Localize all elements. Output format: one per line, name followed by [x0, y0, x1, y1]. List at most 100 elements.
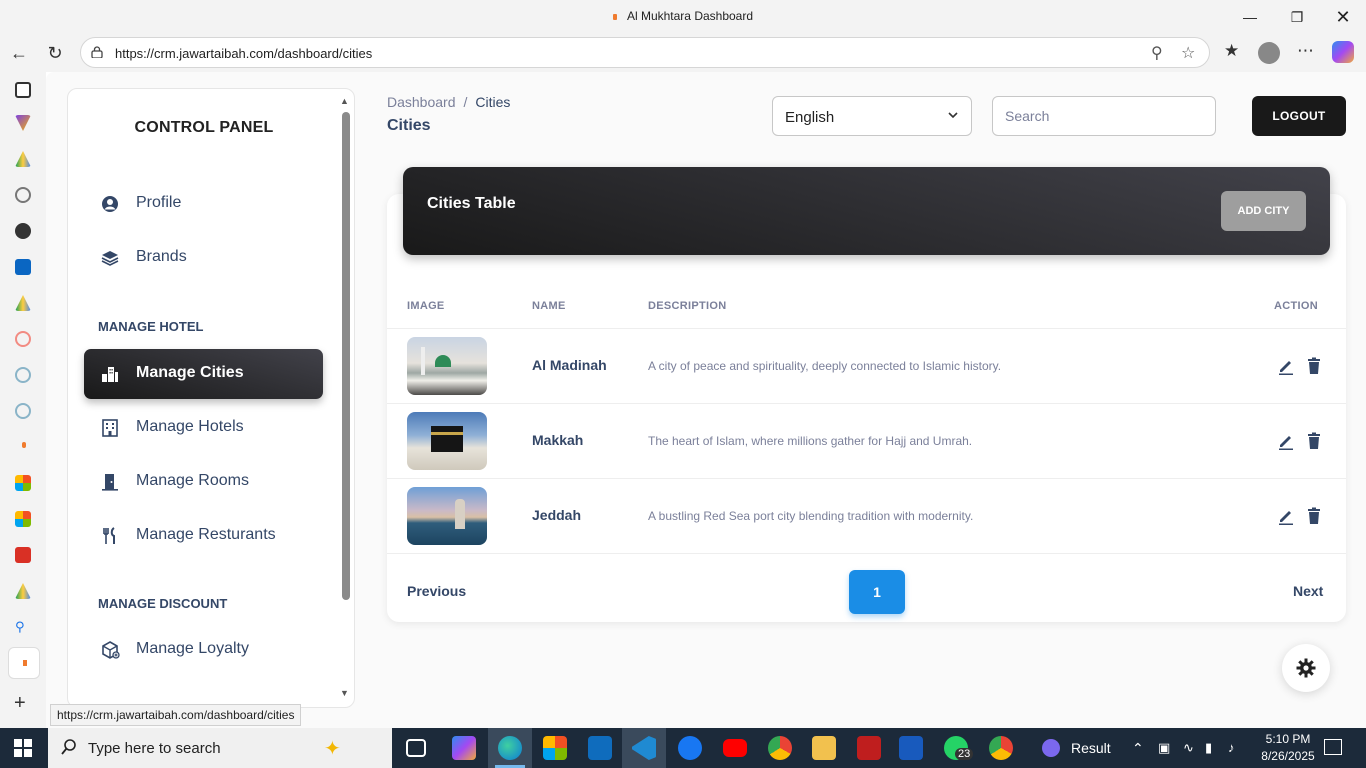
sparkle-icon: ✦: [324, 738, 341, 760]
office-tab-icon-2[interactable]: [15, 511, 31, 527]
language-select[interactable]: English: [772, 96, 972, 136]
sidebar-item-manage-rooms[interactable]: Manage Rooms: [84, 457, 323, 507]
drive-tab-icon-2[interactable]: [15, 295, 31, 311]
back-arrow-icon[interactable]: ←: [6, 40, 32, 66]
github-tab-icon[interactable]: [15, 223, 31, 239]
close-window-icon[interactable]: ✕: [1329, 6, 1357, 28]
taskbar-clock[interactable]: 5:10 PM 8/26/2025: [1256, 731, 1320, 765]
notifications-icon[interactable]: [1324, 739, 1342, 755]
breadcrumb-current: Cities: [475, 94, 511, 110]
office-tab-icon[interactable]: [15, 475, 31, 491]
vue-tab-icon[interactable]: [15, 115, 31, 131]
filezilla-taskbar-icon[interactable]: [857, 736, 881, 760]
scroll-down-arrow-icon[interactable]: ▼: [340, 688, 349, 698]
edit-pencil-icon[interactable]: [1277, 507, 1295, 525]
address-bar[interactable]: https://crm.jawartaibah.com/dashboard/ci…: [80, 37, 1210, 68]
ai-tab-icon-2[interactable]: [15, 403, 31, 419]
profile-avatar[interactable]: [1258, 42, 1280, 64]
browser-toolbar: ← ↻ https://crm.jawartaibah.com/dashboar…: [0, 34, 1366, 72]
ai-tab-icon[interactable]: [15, 367, 31, 383]
copilot-taskbar-icon[interactable]: [452, 736, 476, 760]
sidebar-item-label: Profile: [136, 194, 182, 211]
volume-icon[interactable]: ♪: [1228, 740, 1235, 755]
edge-taskbar-icon[interactable]: [498, 736, 522, 760]
column-header-action: ACTION: [1274, 300, 1318, 312]
sidebar-item-profile[interactable]: Profile: [84, 179, 323, 229]
sidebar-item-manage-resturants[interactable]: Manage Resturants: [84, 511, 323, 561]
battery-icon[interactable]: ▮: [1205, 740, 1212, 756]
breadcrumb-dashboard-link[interactable]: Dashboard: [387, 94, 456, 110]
search-input[interactable]: [992, 96, 1216, 136]
sidebar-item-manage-hotels[interactable]: Manage Hotels: [84, 403, 323, 453]
sidebar-item-label: Manage Rooms: [136, 472, 249, 489]
globe-tab-icon[interactable]: [15, 187, 31, 203]
sidebar-item-brands[interactable]: Brands: [84, 233, 323, 283]
scroll-up-arrow-icon[interactable]: ▲: [340, 96, 349, 106]
taskbar-search-text: Type here to search: [88, 740, 221, 757]
copilot-icon[interactable]: [1332, 41, 1354, 63]
edit-pencil-icon[interactable]: [1277, 357, 1295, 375]
next-page-button[interactable]: Next: [1293, 583, 1323, 599]
favorites-icon[interactable]: ★: [1224, 41, 1239, 61]
wifi-icon[interactable]: ∿: [1183, 740, 1194, 756]
tab-actions-icon[interactable]: [15, 82, 31, 98]
search-icon: [61, 739, 76, 755]
new-tab-plus-icon[interactable]: +: [14, 692, 26, 715]
column-header-image: IMAGE: [407, 300, 445, 312]
site-favicon-icon: [612, 13, 617, 20]
delete-trash-icon[interactable]: [1306, 507, 1322, 525]
kaaba-band-shape: [431, 432, 463, 435]
meet-now-icon[interactable]: ▣: [1158, 740, 1170, 756]
chrome-taskbar-icon[interactable]: [768, 736, 792, 760]
sidebar-item-manage-cities[interactable]: Manage Cities: [84, 349, 323, 399]
pdf-tab-icon[interactable]: [15, 547, 31, 563]
sidebar-item-manage-loyalty[interactable]: Manage Loyalty: [84, 625, 323, 675]
drive-tab-icon[interactable]: [15, 151, 31, 167]
key-icon[interactable]: ⚲: [1151, 43, 1163, 63]
column-header-name: NAME: [532, 300, 566, 312]
sidebar-scrollbar-thumb[interactable]: [342, 112, 350, 600]
user-circle-icon: [102, 196, 118, 212]
settings-fab[interactable]: [1282, 644, 1330, 692]
active-tab[interactable]: [8, 647, 40, 679]
section-heading-hotel: MANAGE HOTEL: [98, 319, 204, 334]
chrome-profile-taskbar-icon[interactable]: [989, 736, 1013, 760]
site-tab-icon[interactable]: [22, 442, 26, 448]
breadcrumb: Dashboard / Cities: [387, 94, 510, 110]
delete-trash-icon[interactable]: [1306, 432, 1322, 450]
restore-icon[interactable]: ❐: [1283, 6, 1311, 28]
tray-chevron-up-icon[interactable]: ⌃: [1132, 740, 1144, 757]
browser-vertical-tabs: ⚲ +: [0, 72, 46, 728]
weather-result-icon[interactable]: [1042, 739, 1060, 757]
taskbar-search-box[interactable]: Type here to search ✦: [48, 728, 392, 768]
add-city-button[interactable]: ADD CITY: [1221, 191, 1306, 231]
windows-taskbar: Type here to search ✦ 23 Result ⌃ ▣ ∿ ▮ …: [0, 728, 1366, 768]
city-name: Jeddah: [532, 507, 582, 523]
minimize-icon[interactable]: —: [1236, 6, 1264, 28]
windows-start-icon[interactable]: [14, 739, 32, 757]
delete-trash-icon[interactable]: [1306, 357, 1322, 375]
clock-tab-icon[interactable]: [15, 331, 31, 347]
store-taskbar-icon[interactable]: [543, 736, 567, 760]
page-number-button[interactable]: 1: [849, 570, 905, 614]
youtube-taskbar-icon[interactable]: [723, 739, 747, 757]
logout-button[interactable]: LOGOUT: [1252, 96, 1346, 136]
result-label[interactable]: Result: [1071, 740, 1111, 756]
page-viewport: CONTROL PANEL Profile Brands MANAGE HOTE…: [46, 72, 1366, 728]
more-menu-icon[interactable]: ⋯: [1297, 41, 1314, 61]
favorite-star-icon[interactable]: ☆: [1181, 43, 1195, 63]
task-view-icon[interactable]: [406, 739, 426, 757]
reload-icon[interactable]: ↻: [42, 40, 68, 66]
column-header-description: DESCRIPTION: [648, 300, 727, 312]
search-tab-icon[interactable]: ⚲: [15, 619, 31, 635]
linkedin-tab-icon[interactable]: [15, 259, 31, 275]
word-taskbar-icon[interactable]: [899, 736, 923, 760]
facebook-taskbar-icon[interactable]: [678, 736, 702, 760]
edit-pencil-icon[interactable]: [1277, 432, 1295, 450]
outlook-taskbar-icon[interactable]: [588, 736, 612, 760]
drive-tab-icon-3[interactable]: [15, 583, 31, 599]
previous-page-button[interactable]: Previous: [407, 583, 466, 599]
file-explorer-taskbar-icon[interactable]: [812, 736, 836, 760]
sidebar-item-label: Manage Resturants: [136, 526, 276, 543]
city-description: A city of peace and spirituality, deeply…: [648, 359, 1002, 373]
